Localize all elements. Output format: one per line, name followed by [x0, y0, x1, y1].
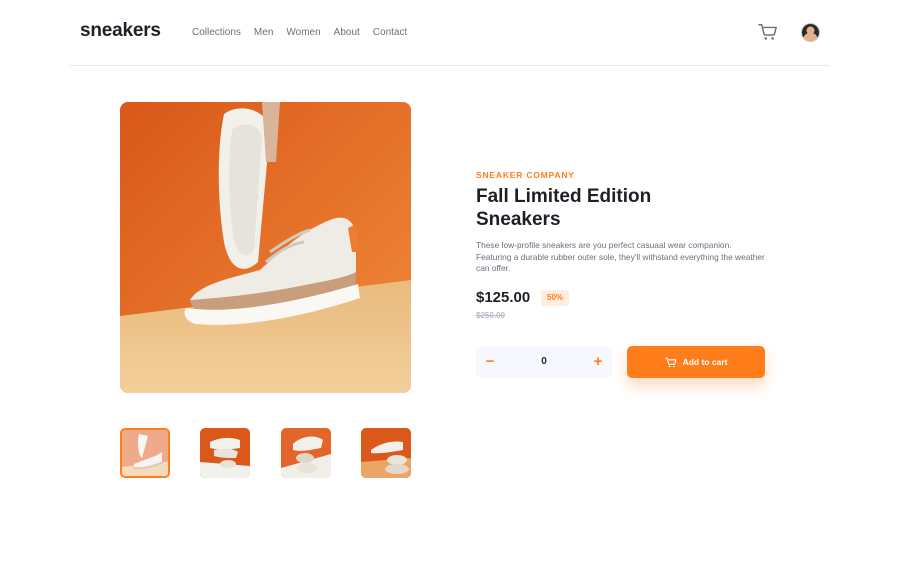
- company-name: SNEAKER COMPANY: [476, 170, 575, 180]
- site-header: sneakers Collections Men Women About Con…: [70, 0, 830, 66]
- nav-link-women[interactable]: Women: [286, 27, 320, 38]
- thumbnail-2[interactable]: [200, 428, 250, 478]
- original-price: $250.00: [476, 311, 505, 320]
- add-to-cart-button[interactable]: Add to cart: [627, 346, 765, 378]
- nav-link-collections[interactable]: Collections: [192, 27, 241, 38]
- main-nav: Collections Men Women About Contact: [192, 27, 420, 38]
- decrease-quantity-button[interactable]: −: [476, 346, 504, 378]
- product-main-image[interactable]: [120, 102, 411, 393]
- sneaker-thumb-1: [122, 430, 168, 476]
- product-description: These low-profile sneakers are you perfe…: [476, 240, 765, 273]
- product-title: Fall Limited Edition Sneakers: [476, 186, 652, 230]
- increase-quantity-button[interactable]: +: [584, 346, 612, 378]
- thumbnail-3[interactable]: [281, 428, 331, 478]
- thumbnail-1[interactable]: [120, 428, 170, 478]
- quantity-stepper: − 0 +: [476, 346, 612, 378]
- sneaker-photo-main: [120, 102, 411, 393]
- sneaker-thumb-4: [361, 428, 411, 478]
- discount-badge: 50%: [541, 290, 570, 306]
- user-avatar[interactable]: [801, 23, 820, 42]
- nav-link-contact[interactable]: Contact: [373, 27, 407, 38]
- thumbnail-strip: [120, 428, 411, 478]
- nav-link-men[interactable]: Men: [254, 27, 273, 38]
- quantity-value: 0: [541, 356, 547, 367]
- brand-logo[interactable]: sneakers: [80, 20, 161, 42]
- nav-link-about[interactable]: About: [334, 27, 360, 38]
- cart-icon: [758, 24, 777, 40]
- sneaker-thumb-2: [200, 428, 250, 478]
- sneaker-thumb-3: [281, 428, 331, 478]
- cart-button[interactable]: [758, 22, 778, 42]
- thumbnail-4[interactable]: [361, 428, 411, 478]
- add-to-cart-label: Add to cart: [682, 357, 728, 367]
- current-price: $125.00: [476, 289, 531, 306]
- cart-icon: [664, 357, 677, 367]
